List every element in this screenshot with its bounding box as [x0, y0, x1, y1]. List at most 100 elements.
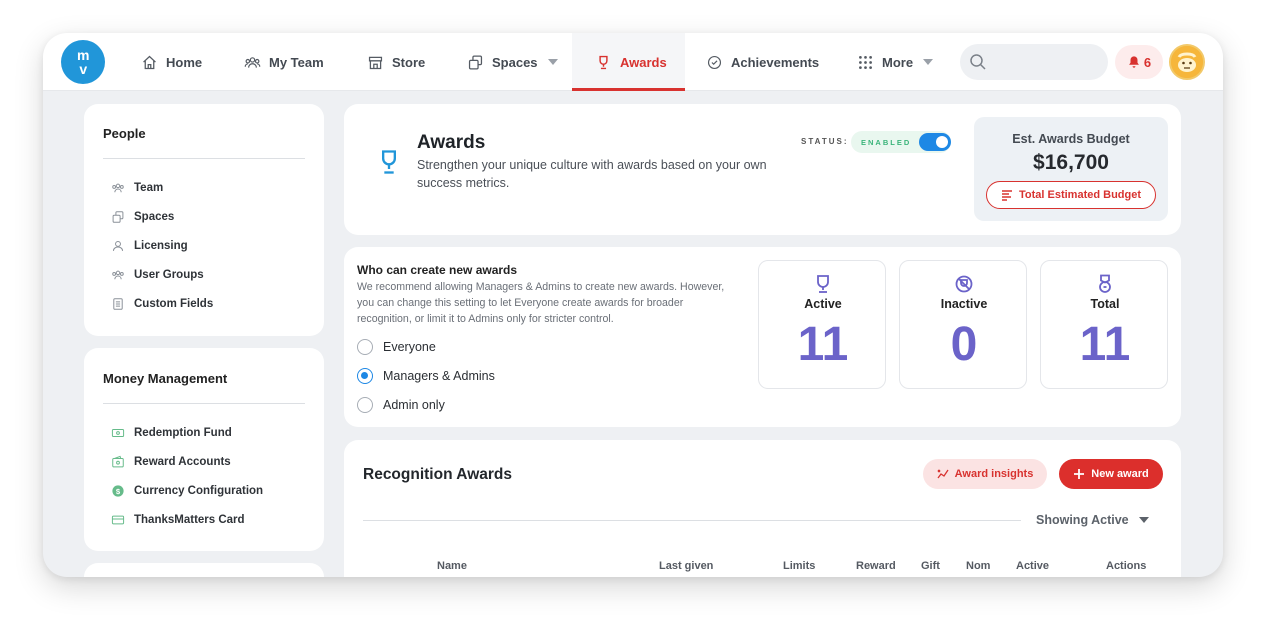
- sidebar-money-card: Money Management Redemption Fund Reward …: [84, 348, 324, 551]
- sidebar-section-title: People: [103, 126, 146, 141]
- app-window: mv Home My Team Store Spaces Awards Achi…: [43, 33, 1223, 577]
- radio-button[interactable]: [357, 397, 373, 413]
- sidebar-item-label: Team: [134, 182, 164, 194]
- sidebar-section-title: Money Management: [103, 371, 228, 386]
- stat-label: Inactive: [940, 297, 988, 311]
- nav-my-team[interactable]: My Team: [244, 33, 324, 91]
- stat-card-total[interactable]: Total 11: [1040, 260, 1168, 389]
- sidebar-item-currency-configuration[interactable]: $ Currency Configuration: [111, 484, 263, 498]
- nav-my-team-label: My Team: [269, 54, 324, 70]
- column-header-name[interactable]: Name: [437, 560, 467, 572]
- trend-icon: [937, 469, 949, 479]
- nav-spaces-label: Spaces: [492, 54, 538, 70]
- status-badge: ENABLED: [861, 138, 912, 147]
- medal-icon: [1099, 274, 1111, 293]
- radio-admin-only[interactable]: Admin only: [357, 397, 445, 413]
- budget-button-label: Total Estimated Budget: [1018, 189, 1142, 201]
- sidebar-item-label: Custom Fields: [134, 298, 214, 310]
- trophy-off-icon: [955, 275, 973, 293]
- radio-label: Everyone: [383, 340, 436, 354]
- check-badge-icon: [707, 55, 722, 69]
- nav-more[interactable]: More: [857, 33, 934, 91]
- sidebar-item-licensing[interactable]: Licensing: [111, 239, 188, 253]
- stat-card-inactive[interactable]: Inactive 0: [899, 260, 1027, 389]
- notification-count: 6: [1143, 54, 1152, 70]
- radio-everyone[interactable]: Everyone: [357, 339, 436, 355]
- column-header-last-given[interactable]: Last given: [659, 560, 713, 572]
- sidebar-item-team[interactable]: Team: [111, 181, 163, 195]
- app-logo[interactable]: mv: [61, 40, 105, 84]
- trophy-icon: [599, 55, 608, 69]
- bell-icon: [1128, 56, 1139, 68]
- avatar[interactable]: [1169, 44, 1205, 80]
- sidebar-item-reward-accounts[interactable]: Reward Accounts: [111, 455, 231, 469]
- column-header-nom[interactable]: Nom: [966, 560, 990, 572]
- radio-managers-admins[interactable]: Managers & Admins: [357, 368, 495, 384]
- avatar-face-icon: [1171, 46, 1203, 78]
- stat-value: 0: [950, 318, 978, 371]
- search-icon: [970, 54, 986, 70]
- list-icon: [113, 298, 123, 310]
- recognition-awards-card: Recognition Awards Award insights New aw…: [344, 440, 1181, 577]
- sidebar-item-custom-fields[interactable]: Custom Fields: [111, 297, 213, 311]
- nav-store-label: Store: [392, 54, 426, 70]
- sidebar-next-card: [84, 563, 324, 577]
- column-header-actions[interactable]: Actions: [1106, 560, 1146, 572]
- spaces-icon: [468, 54, 483, 70]
- award-insights-button[interactable]: Award insights: [923, 459, 1047, 489]
- status-toggle[interactable]: ENABLED: [851, 131, 951, 153]
- user-group-icon: [112, 270, 124, 280]
- spaces-icon: [112, 211, 124, 223]
- column-header-reward[interactable]: Reward: [856, 560, 896, 572]
- radio-button-checked[interactable]: [357, 368, 373, 384]
- radio-button[interactable]: [357, 339, 373, 355]
- sidebar-item-label: ThanksMatters Card: [134, 514, 245, 526]
- sidebar-item-thanksmatters-card[interactable]: ThanksMatters Card: [111, 513, 245, 527]
- notifications-button[interactable]: 6: [1115, 45, 1163, 79]
- permissions-description: We recommend allowing Managers & Admins …: [357, 281, 725, 325]
- store-icon: [368, 56, 383, 69]
- nav-spaces[interactable]: Spaces: [467, 33, 558, 91]
- award-insights-label: Award insights: [954, 468, 1034, 480]
- stat-value: 11: [797, 318, 849, 371]
- section-title: Recognition Awards: [363, 466, 512, 483]
- stat-label: Active: [804, 297, 842, 311]
- column-header-gift[interactable]: Gift: [921, 560, 940, 572]
- sidebar-item-user-groups[interactable]: User Groups: [111, 268, 204, 282]
- divider: [103, 403, 305, 404]
- sidebar-item-spaces[interactable]: Spaces: [111, 210, 174, 224]
- coin-icon: $: [112, 485, 124, 497]
- new-award-button[interactable]: New award: [1059, 459, 1163, 489]
- wallet-icon: [112, 455, 124, 468]
- home-icon: [143, 55, 156, 69]
- sidebar-item-label: Currency Configuration: [134, 485, 264, 497]
- page-subtitle: Strengthen your unique culture with awar…: [417, 158, 767, 190]
- budget-label: Est. Awards Budget: [1012, 132, 1130, 146]
- status-label: STATUS:: [801, 137, 849, 146]
- stat-value: 11: [1079, 318, 1131, 371]
- stat-label: Total: [1090, 297, 1120, 311]
- new-award-label: New award: [1091, 468, 1149, 480]
- budget-panel: Est. Awards Budget $16,700 Total Estimat…: [974, 117, 1168, 221]
- nav-store[interactable]: Store: [367, 33, 425, 91]
- sidebar-item-redemption-fund[interactable]: Redemption Fund: [111, 426, 232, 440]
- permissions-card: Who can create new awards We recommend a…: [344, 247, 1181, 427]
- radio-label: Admin only: [383, 398, 445, 412]
- stat-card-active[interactable]: Active 11: [758, 260, 886, 389]
- permissions-title: Who can create new awards: [357, 263, 518, 277]
- nav-awards[interactable]: Awards: [572, 33, 685, 91]
- nav-achievements[interactable]: Achievements: [706, 33, 819, 91]
- total-estimated-budget-button[interactable]: Total Estimated Budget: [986, 181, 1156, 209]
- nav-home-label: Home: [166, 54, 203, 70]
- plus-icon: [1074, 469, 1085, 479]
- column-header-active[interactable]: Active: [1016, 560, 1049, 572]
- radio-label: Managers & Admins: [383, 369, 495, 383]
- filter-label: Showing Active: [1036, 513, 1129, 527]
- status-filter-dropdown[interactable]: Showing Active: [1036, 513, 1149, 527]
- list-lines-icon: [1001, 190, 1012, 201]
- column-header-limits[interactable]: Limits: [783, 560, 815, 572]
- top-nav: mv Home My Team Store Spaces Awards Achi…: [43, 33, 1223, 91]
- toggle-switch[interactable]: [919, 133, 951, 151]
- nav-achievements-label: Achievements: [731, 54, 820, 70]
- nav-home[interactable]: Home: [141, 33, 202, 91]
